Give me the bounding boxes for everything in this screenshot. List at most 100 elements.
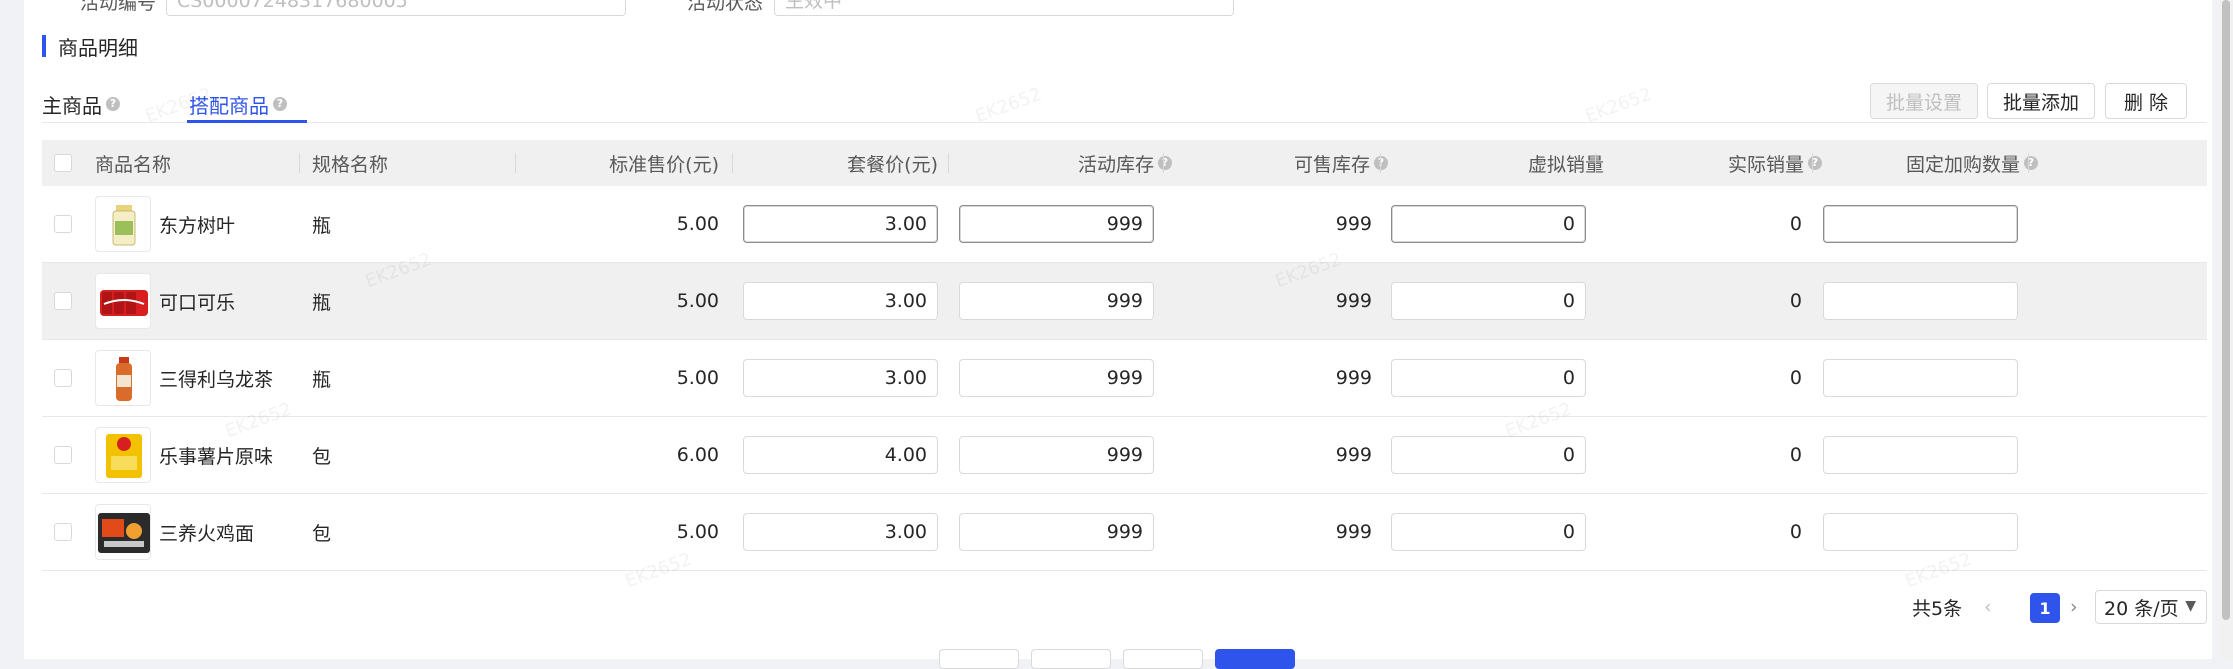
std-price: 5.00	[676, 521, 719, 543]
column-divider	[1380, 153, 1381, 173]
sellable-stock: 999	[1335, 521, 1372, 543]
header-actual-sales-wrap: 实际销量 ?	[1622, 140, 1822, 186]
spec-name: 包	[312, 445, 332, 468]
product-thumbnail	[95, 350, 151, 406]
chevron-down-icon: ▼	[2185, 598, 2196, 614]
page-number-current[interactable]: 1	[2030, 593, 2060, 623]
header-sellable-stock: 可售库存	[1293, 153, 1370, 176]
actual-sales: 0	[1789, 444, 1802, 466]
column-divider	[948, 153, 949, 173]
footer-button[interactable]	[1031, 649, 1111, 669]
product-name: 可口可乐	[159, 291, 236, 314]
activity-stock-input[interactable]: 999	[959, 436, 1154, 474]
footer-button[interactable]	[939, 649, 1019, 669]
header-name: 商品名称	[95, 153, 172, 176]
tab-combo-product[interactable]: 搭配商品 ?	[187, 86, 307, 123]
sellable-stock: 999	[1335, 213, 1372, 235]
combo-price-input[interactable]: 4.00	[743, 436, 938, 474]
footer-primary-button[interactable]	[1215, 649, 1295, 669]
page-size-select[interactable]: 20 条/页 ▼	[2095, 590, 2207, 624]
sellable-stock: 999	[1335, 444, 1372, 466]
spec-name: 瓶	[312, 368, 332, 391]
section-title: 商品明细	[58, 35, 138, 60]
header-activity-stock-wrap: 活动库存 ?	[972, 140, 1172, 186]
virtual-sales-input[interactable]: 0	[1391, 513, 1586, 551]
activity-status-select[interactable]: 生效中	[774, 0, 1234, 16]
virtual-sales-input[interactable]: 0	[1391, 205, 1586, 243]
product-name: 乐事薯片原味	[159, 445, 274, 468]
virtual-sales-input[interactable]: 0	[1391, 282, 1586, 320]
activity-stock-input[interactable]: 999	[959, 359, 1154, 397]
tab-main-product[interactable]: 主商品 ?	[42, 86, 120, 122]
header-combo-price: 套餐价(元)	[847, 153, 938, 176]
help-icon: ?	[2024, 156, 2038, 170]
section-accent-bar	[42, 35, 46, 57]
spec-name: 包	[312, 522, 332, 545]
fixed-qty-input[interactable]	[1823, 513, 2018, 551]
help-icon: ?	[1158, 156, 1172, 170]
column-divider	[1812, 153, 1813, 173]
table-row: 乐事薯片原味 包 6.00 4.00 999 999 0 0	[42, 417, 2207, 494]
activity-stock-input[interactable]: 999	[959, 205, 1154, 243]
column-divider	[2028, 153, 2029, 173]
delete-button[interactable]: 删 除	[2105, 83, 2187, 119]
activity-code-input[interactable]: CS00007248317680005	[166, 0, 626, 16]
scrollbar-thumb[interactable]	[2222, 0, 2230, 620]
row-checkbox[interactable]	[54, 292, 72, 310]
combo-price-input[interactable]: 3.00	[743, 513, 938, 551]
row-checkbox[interactable]	[54, 446, 72, 464]
batch-add-button[interactable]: 批量添加	[1987, 83, 2095, 119]
column-divider	[732, 153, 733, 173]
activity-stock-input[interactable]: 999	[959, 282, 1154, 320]
fixed-qty-input[interactable]	[1823, 282, 2018, 320]
pagination-total: 共5条	[1912, 597, 1963, 620]
combo-price-input[interactable]: 3.00	[743, 205, 938, 243]
activity-status-label: 活动状态	[687, 0, 764, 14]
header-fixed-qty: 固定加购数量	[1905, 153, 2020, 176]
tab-label: 主商品	[42, 93, 102, 118]
combo-price-input[interactable]: 3.00	[743, 282, 938, 320]
virtual-sales-input[interactable]: 0	[1391, 359, 1586, 397]
header-spec: 规格名称	[312, 153, 389, 176]
combo-price-input[interactable]: 3.00	[743, 359, 938, 397]
header-sellable-stock-wrap: 可售库存 ?	[1192, 140, 1388, 186]
virtual-sales-input[interactable]: 0	[1391, 436, 1586, 474]
header-fixed-qty-wrap: 固定加购数量 ?	[1842, 140, 2038, 186]
fixed-qty-input[interactable]	[1823, 205, 2018, 243]
content-panel: 活动编号 CS00007248317680005 活动状态 生效中 商品明细 主…	[24, 0, 2212, 669]
spec-name: 瓶	[312, 291, 332, 314]
product-thumbnail	[95, 427, 151, 483]
help-icon: ?	[273, 97, 287, 111]
help-icon: ?	[1374, 156, 1388, 170]
column-divider	[1163, 153, 1164, 173]
product-thumbnail	[95, 504, 151, 560]
std-price: 6.00	[676, 444, 719, 466]
product-name: 东方树叶	[159, 214, 236, 237]
vertical-scrollbar[interactable]	[2219, 0, 2233, 659]
combo-product-table: 商品名称 规格名称 标准售价(元) 套餐价(元) 活动库存 ? 可售库存 ? 虚…	[42, 140, 2207, 571]
spec-name: 瓶	[312, 214, 332, 237]
select-all-checkbox[interactable]	[54, 154, 72, 172]
row-checkbox[interactable]	[54, 215, 72, 233]
help-icon: ?	[106, 97, 120, 111]
row-checkbox[interactable]	[54, 523, 72, 541]
fixed-qty-input[interactable]	[1823, 436, 2018, 474]
column-divider	[299, 153, 300, 173]
product-name: 三养火鸡面	[159, 522, 255, 545]
actual-sales: 0	[1789, 521, 1802, 543]
section-header: 商品明细	[42, 34, 138, 60]
batch-set-button[interactable]: 批量设置	[1870, 83, 1978, 119]
help-icon: ?	[1808, 156, 1822, 170]
fixed-qty-input[interactable]	[1823, 359, 2018, 397]
activity-stock-input[interactable]: 999	[959, 513, 1154, 551]
table-row: 三养火鸡面 包 5.00 3.00 999 999 0 0	[42, 494, 2207, 571]
column-divider	[515, 153, 516, 173]
next-page-icon[interactable]: ›	[2070, 590, 2078, 624]
prev-page-icon[interactable]: ‹	[1984, 590, 1992, 624]
sellable-stock: 999	[1335, 367, 1372, 389]
footer-button[interactable]	[1123, 649, 1203, 669]
row-checkbox[interactable]	[54, 369, 72, 387]
activity-code-label: 活动编号	[80, 0, 157, 14]
header-activity-stock: 活动库存	[1077, 153, 1154, 176]
actual-sales: 0	[1789, 290, 1802, 312]
